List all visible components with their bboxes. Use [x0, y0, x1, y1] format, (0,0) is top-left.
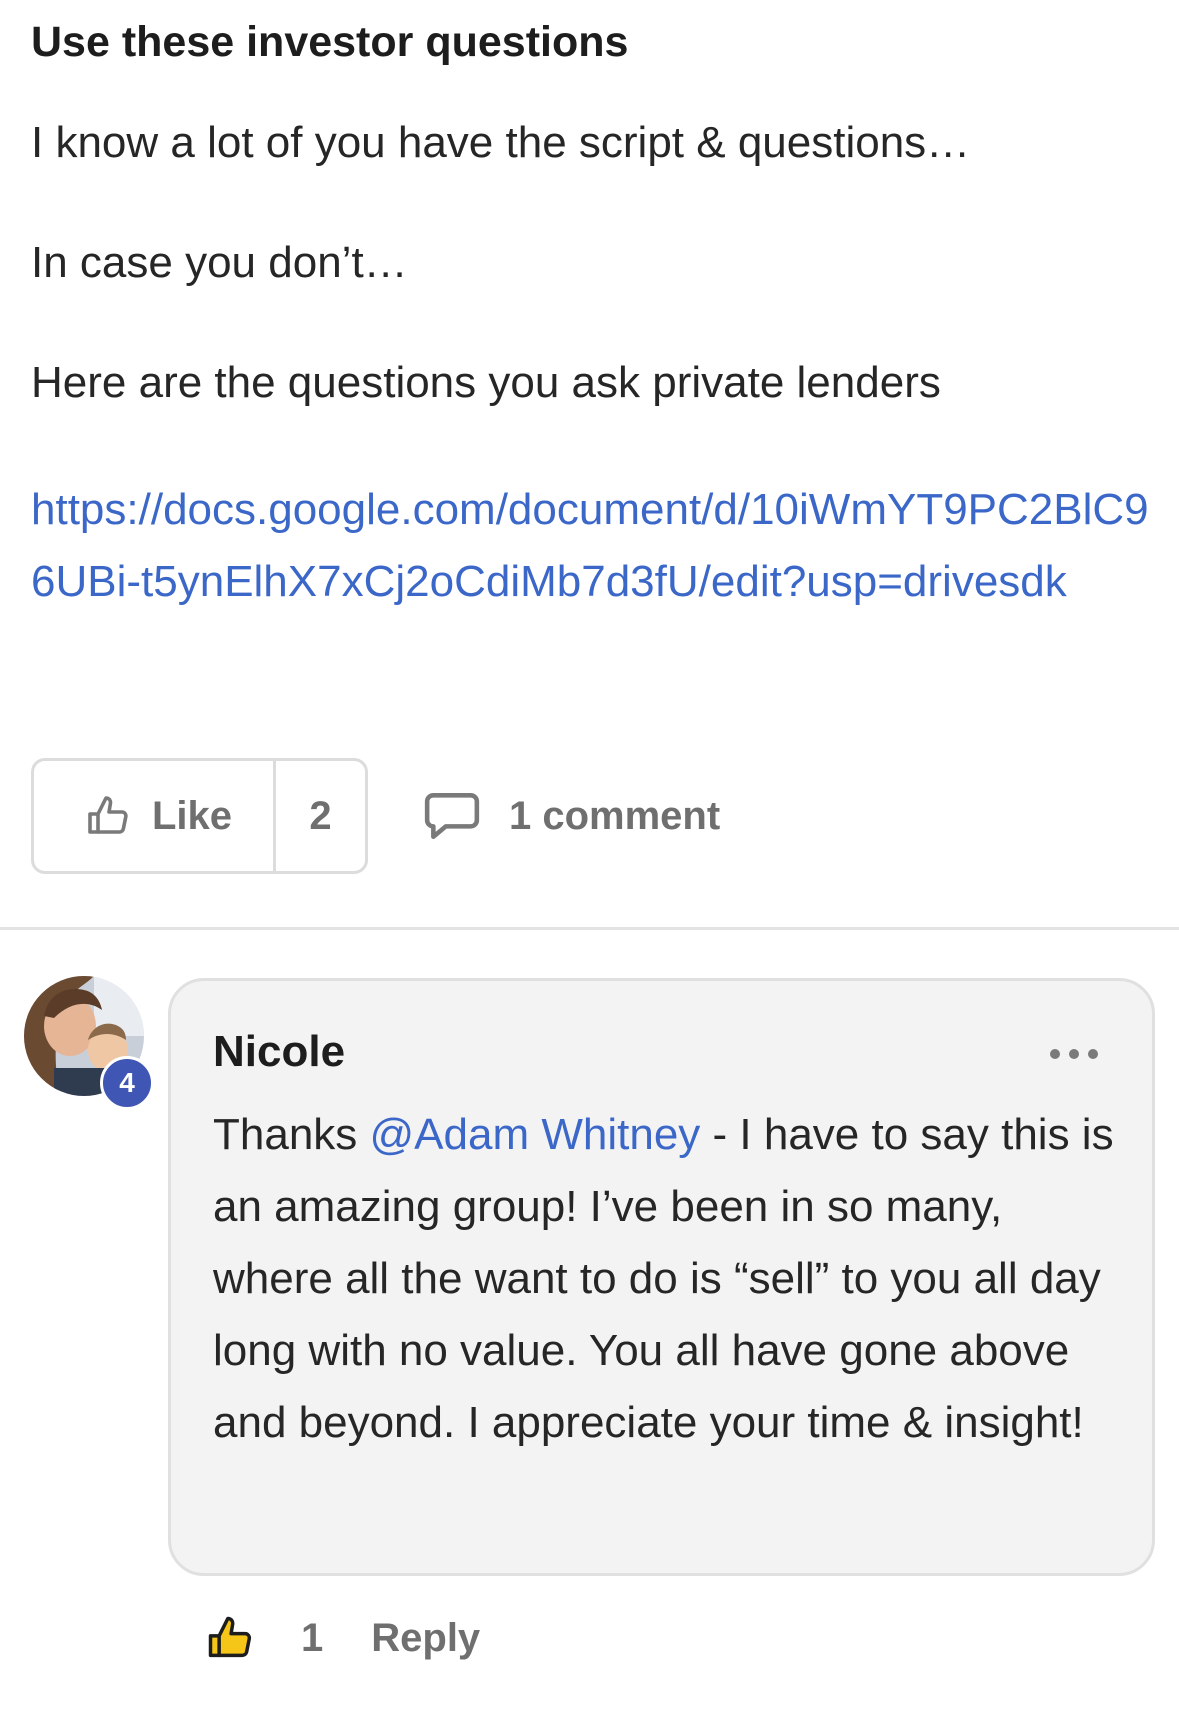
comment-count-label: 1 comment: [509, 793, 721, 838]
speech-bubble-icon: [424, 793, 480, 839]
user-mention[interactable]: @Adam Whitney: [370, 1110, 701, 1159]
comment-actions: 1 Reply: [204, 1608, 480, 1668]
thumbs-up-filled-icon[interactable]: [204, 1612, 256, 1664]
thumbs-up-outline-icon: [88, 796, 128, 834]
comment-bubble: Nicole Thanks @Adam Whitney - I have to …: [168, 978, 1155, 1576]
post-paragraph: I know a lot of you have the script & qu…: [31, 118, 971, 167]
post-actions: Like 2 1 comment: [31, 758, 1151, 878]
post-paragraph: In case you don’t…: [31, 238, 408, 287]
comment-like-count: 1: [301, 1615, 324, 1660]
like-button[interactable]: Like: [34, 761, 276, 871]
comments-button[interactable]: 1 comment: [423, 758, 720, 874]
document-link[interactable]: https://docs.google.com/document/d/10iWm…: [31, 474, 1151, 618]
comment-text-after: - I have to say this is an amazing group…: [213, 1110, 1114, 1447]
post-title: Use these investor questions: [31, 18, 629, 66]
comment-text-before: Thanks: [213, 1110, 370, 1159]
reply-button[interactable]: Reply: [371, 1616, 480, 1661]
comment-author[interactable]: Nicole: [213, 1027, 345, 1077]
like-count[interactable]: 2: [276, 794, 365, 839]
more-options-icon[interactable]: [1050, 1047, 1098, 1061]
like-label: Like: [152, 793, 233, 838]
divider: [0, 927, 1179, 930]
comment-text: Thanks @Adam Whitney - I have to say thi…: [213, 1099, 1133, 1459]
level-badge: 4: [100, 1056, 154, 1110]
like-button-group: Like 2: [31, 758, 368, 874]
post-paragraph: Here are the questions you ask private l…: [31, 358, 941, 407]
